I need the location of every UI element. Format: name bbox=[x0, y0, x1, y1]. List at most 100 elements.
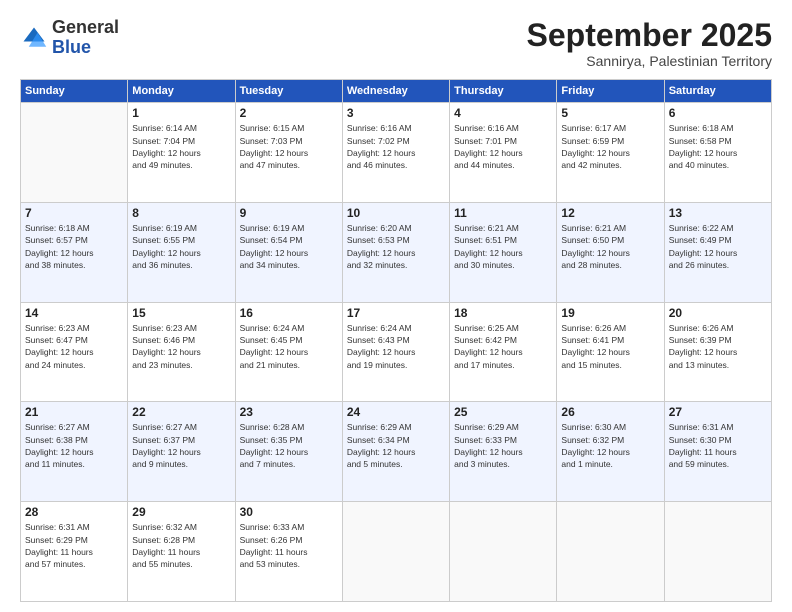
day-number: 6 bbox=[669, 106, 767, 120]
table-row: 30 Sunrise: 6:33 AM Sunset: 6:26 PM Dayli… bbox=[235, 502, 342, 602]
day-number: 10 bbox=[347, 206, 445, 220]
col-saturday: Saturday bbox=[664, 80, 771, 103]
calendar-week-row: 7 Sunrise: 6:18 AM Sunset: 6:57 PM Daylig… bbox=[21, 202, 772, 302]
day-info: Sunrise: 6:30 AM Sunset: 6:32 PM Dayligh… bbox=[561, 421, 659, 470]
day-info: Sunrise: 6:25 AM Sunset: 6:42 PM Dayligh… bbox=[454, 322, 552, 371]
table-row bbox=[21, 103, 128, 203]
day-number: 18 bbox=[454, 306, 552, 320]
calendar-week-row: 1 Sunrise: 6:14 AM Sunset: 7:04 PM Daylig… bbox=[21, 103, 772, 203]
location-subtitle: Sannirya, Palestinian Territory bbox=[527, 53, 772, 69]
day-info: Sunrise: 6:18 AM Sunset: 6:58 PM Dayligh… bbox=[669, 122, 767, 171]
col-tuesday: Tuesday bbox=[235, 80, 342, 103]
day-number: 2 bbox=[240, 106, 338, 120]
day-number: 20 bbox=[669, 306, 767, 320]
header: General Blue September 2025 Sannirya, Pa… bbox=[20, 18, 772, 69]
day-number: 16 bbox=[240, 306, 338, 320]
calendar-week-row: 14 Sunrise: 6:23 AM Sunset: 6:47 PM Dayli… bbox=[21, 302, 772, 402]
table-row: 27 Sunrise: 6:31 AM Sunset: 6:30 PM Dayli… bbox=[664, 402, 771, 502]
table-row: 10 Sunrise: 6:20 AM Sunset: 6:53 PM Dayli… bbox=[342, 202, 449, 302]
day-info: Sunrise: 6:29 AM Sunset: 6:33 PM Dayligh… bbox=[454, 421, 552, 470]
table-row: 24 Sunrise: 6:29 AM Sunset: 6:34 PM Dayli… bbox=[342, 402, 449, 502]
day-info: Sunrise: 6:28 AM Sunset: 6:35 PM Dayligh… bbox=[240, 421, 338, 470]
day-number: 5 bbox=[561, 106, 659, 120]
day-info: Sunrise: 6:24 AM Sunset: 6:43 PM Dayligh… bbox=[347, 322, 445, 371]
day-number: 27 bbox=[669, 405, 767, 419]
table-row: 7 Sunrise: 6:18 AM Sunset: 6:57 PM Daylig… bbox=[21, 202, 128, 302]
table-row: 21Sunrise: 6:27 AM Sunset: 6:38 PM Dayli… bbox=[21, 402, 128, 502]
table-row: 13 Sunrise: 6:22 AM Sunset: 6:49 PM Dayli… bbox=[664, 202, 771, 302]
day-info: Sunrise: 6:18 AM Sunset: 6:57 PM Dayligh… bbox=[25, 222, 123, 271]
day-info: Sunrise: 6:17 AM Sunset: 6:59 PM Dayligh… bbox=[561, 122, 659, 171]
table-row: 20 Sunrise: 6:26 AM Sunset: 6:39 PM Dayli… bbox=[664, 302, 771, 402]
table-row: 1 Sunrise: 6:14 AM Sunset: 7:04 PM Daylig… bbox=[128, 103, 235, 203]
col-thursday: Thursday bbox=[450, 80, 557, 103]
table-row bbox=[450, 502, 557, 602]
table-row: 26 Sunrise: 6:30 AM Sunset: 6:32 PM Dayli… bbox=[557, 402, 664, 502]
month-title: September 2025 bbox=[527, 18, 772, 53]
day-number: 8 bbox=[132, 206, 230, 220]
day-info: Sunrise: 6:23 AM Sunset: 6:47 PM Dayligh… bbox=[25, 322, 123, 371]
table-row: 9 Sunrise: 6:19 AM Sunset: 6:54 PM Daylig… bbox=[235, 202, 342, 302]
table-row: 17 Sunrise: 6:24 AM Sunset: 6:43 PM Dayli… bbox=[342, 302, 449, 402]
table-row: 12 Sunrise: 6:21 AM Sunset: 6:50 PM Dayli… bbox=[557, 202, 664, 302]
day-number: 14 bbox=[25, 306, 123, 320]
day-number: 9 bbox=[240, 206, 338, 220]
table-row: 11 Sunrise: 6:21 AM Sunset: 6:51 PM Dayli… bbox=[450, 202, 557, 302]
calendar-header-row: Sunday Monday Tuesday Wednesday Thursday… bbox=[21, 80, 772, 103]
day-info: Sunrise: 6:19 AM Sunset: 6:55 PM Dayligh… bbox=[132, 222, 230, 271]
day-info: Sunrise: 6:31 AM Sunset: 6:30 PM Dayligh… bbox=[669, 421, 767, 470]
table-row: 28Sunrise: 6:31 AM Sunset: 6:29 PM Dayli… bbox=[21, 502, 128, 602]
table-row: 3 Sunrise: 6:16 AM Sunset: 7:02 PM Daylig… bbox=[342, 103, 449, 203]
day-number: 30 bbox=[240, 505, 338, 519]
day-number: 25 bbox=[454, 405, 552, 419]
day-info: Sunrise: 6:21 AM Sunset: 6:51 PM Dayligh… bbox=[454, 222, 552, 271]
day-info: Sunrise: 6:26 AM Sunset: 6:41 PM Dayligh… bbox=[561, 322, 659, 371]
table-row: 29 Sunrise: 6:32 AM Sunset: 6:28 PM Dayli… bbox=[128, 502, 235, 602]
day-info: Sunrise: 6:29 AM Sunset: 6:34 PM Dayligh… bbox=[347, 421, 445, 470]
table-row: 2 Sunrise: 6:15 AM Sunset: 7:03 PM Daylig… bbox=[235, 103, 342, 203]
table-row: 8 Sunrise: 6:19 AM Sunset: 6:55 PM Daylig… bbox=[128, 202, 235, 302]
table-row: 4 Sunrise: 6:16 AM Sunset: 7:01 PM Daylig… bbox=[450, 103, 557, 203]
day-number: 22 bbox=[132, 405, 230, 419]
table-row: 16 Sunrise: 6:24 AM Sunset: 6:45 PM Dayli… bbox=[235, 302, 342, 402]
table-row: 6 Sunrise: 6:18 AM Sunset: 6:58 PM Daylig… bbox=[664, 103, 771, 203]
page: General Blue September 2025 Sannirya, Pa… bbox=[0, 0, 792, 612]
day-number: 28 bbox=[25, 505, 123, 519]
day-number: 1 bbox=[132, 106, 230, 120]
day-number: 17 bbox=[347, 306, 445, 320]
day-info: Sunrise: 6:21 AM Sunset: 6:50 PM Dayligh… bbox=[561, 222, 659, 271]
day-info: Sunrise: 6:20 AM Sunset: 6:53 PM Dayligh… bbox=[347, 222, 445, 271]
table-row: 18 Sunrise: 6:25 AM Sunset: 6:42 PM Dayli… bbox=[450, 302, 557, 402]
day-number: 24 bbox=[347, 405, 445, 419]
day-info: Sunrise: 6:33 AM Sunset: 6:26 PM Dayligh… bbox=[240, 521, 338, 570]
day-number: 4 bbox=[454, 106, 552, 120]
day-info: Sunrise: 6:32 AM Sunset: 6:28 PM Dayligh… bbox=[132, 521, 230, 570]
table-row: 23Sunrise: 6:28 AM Sunset: 6:35 PM Dayli… bbox=[235, 402, 342, 502]
day-number: 26 bbox=[561, 405, 659, 419]
day-number: 7 bbox=[25, 206, 123, 220]
day-number: 3 bbox=[347, 106, 445, 120]
table-row: 22 Sunrise: 6:27 AM Sunset: 6:37 PM Dayli… bbox=[128, 402, 235, 502]
day-number: 11 bbox=[454, 206, 552, 220]
day-number: 19 bbox=[561, 306, 659, 320]
day-info: Sunrise: 6:27 AM Sunset: 6:38 PM Dayligh… bbox=[25, 421, 123, 470]
day-number: 29 bbox=[132, 505, 230, 519]
day-number: 12 bbox=[561, 206, 659, 220]
day-info: Sunrise: 6:16 AM Sunset: 7:01 PM Dayligh… bbox=[454, 122, 552, 171]
col-friday: Friday bbox=[557, 80, 664, 103]
day-info: Sunrise: 6:26 AM Sunset: 6:39 PM Dayligh… bbox=[669, 322, 767, 371]
day-info: Sunrise: 6:23 AM Sunset: 6:46 PM Dayligh… bbox=[132, 322, 230, 371]
logo-blue-text: Blue bbox=[52, 37, 91, 57]
day-info: Sunrise: 6:16 AM Sunset: 7:02 PM Dayligh… bbox=[347, 122, 445, 171]
day-number: 13 bbox=[669, 206, 767, 220]
day-info: Sunrise: 6:24 AM Sunset: 6:45 PM Dayligh… bbox=[240, 322, 338, 371]
col-wednesday: Wednesday bbox=[342, 80, 449, 103]
calendar-week-row: 28Sunrise: 6:31 AM Sunset: 6:29 PM Dayli… bbox=[21, 502, 772, 602]
day-info: Sunrise: 6:19 AM Sunset: 6:54 PM Dayligh… bbox=[240, 222, 338, 271]
day-info: Sunrise: 6:27 AM Sunset: 6:37 PM Dayligh… bbox=[132, 421, 230, 470]
table-row: 25 Sunrise: 6:29 AM Sunset: 6:33 PM Dayli… bbox=[450, 402, 557, 502]
calendar-table: Sunday Monday Tuesday Wednesday Thursday… bbox=[20, 79, 772, 602]
day-info: Sunrise: 6:22 AM Sunset: 6:49 PM Dayligh… bbox=[669, 222, 767, 271]
day-info: Sunrise: 6:15 AM Sunset: 7:03 PM Dayligh… bbox=[240, 122, 338, 171]
day-info: Sunrise: 6:14 AM Sunset: 7:04 PM Dayligh… bbox=[132, 122, 230, 171]
